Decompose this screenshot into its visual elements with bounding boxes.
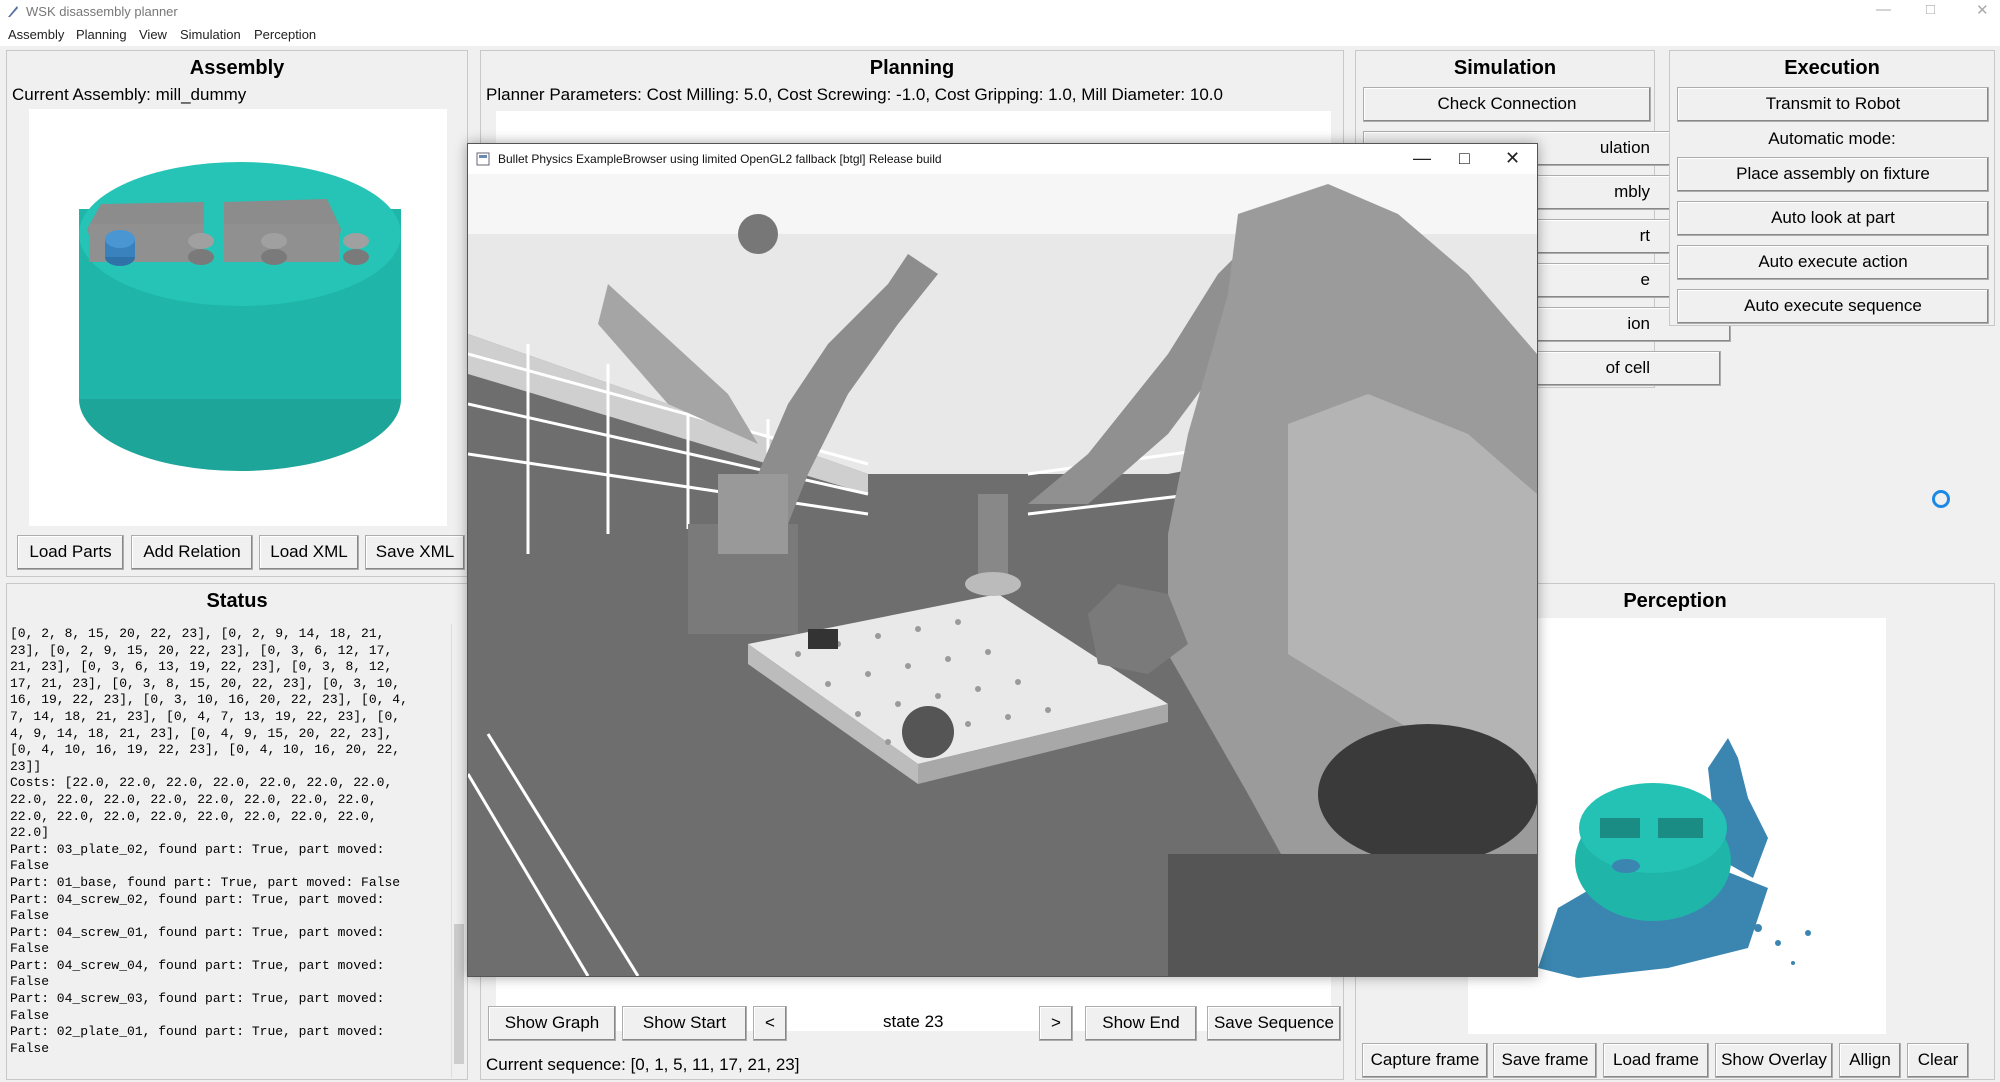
status-line: Part: 04_screw_01, found part: True, par… <box>10 924 385 940</box>
bullet-physics-window[interactable]: Bullet Physics ExampleBrowser using limi… <box>467 143 1538 977</box>
menu-simulation[interactable]: Simulation <box>180 27 241 42</box>
status-line: 23]] <box>10 758 42 774</box>
assembly-3d-view[interactable] <box>29 109 447 526</box>
simulation-3d-viewport[interactable] <box>468 174 1537 976</box>
bullet-close-icon[interactable]: ✕ <box>1505 148 1520 169</box>
robot-cell-render <box>468 174 1537 976</box>
status-scroll-thumb[interactable] <box>454 924 464 1064</box>
status-line: Part: 02_plate_01, found part: True, par… <box>10 1024 385 1040</box>
planner-parameters-label: Planner Parameters: Cost Milling: 5.0, C… <box>486 85 1223 104</box>
bullet-maximize-icon[interactable]: □ <box>1459 148 1470 169</box>
add-relation-button[interactable]: Add Relation <box>131 535 253 570</box>
minimize-icon[interactable]: — <box>1876 1 1891 18</box>
status-line: Part: 04_screw_04, found part: True, par… <box>10 957 385 973</box>
load-xml-button[interactable]: Load XML <box>259 535 359 570</box>
status-line: False <box>10 858 50 874</box>
status-line: 4, 9, 14, 18, 21, 23], [0, 4, 9, 15, 20,… <box>10 725 393 741</box>
close-icon[interactable]: ✕ <box>1976 1 1989 19</box>
status-scrollbar[interactable] <box>451 624 466 1078</box>
load-parts-button[interactable]: Load Parts <box>17 535 124 570</box>
save-xml-button[interactable]: Save XML <box>365 535 465 570</box>
status-title: Status <box>206 590 268 612</box>
status-line: 7, 14, 18, 21, 23], [0, 4, 7, 13, 19, 22… <box>10 708 401 724</box>
status-line: Costs: [22.0, 22.0, 22.0, 22.0, 22.0, 22… <box>10 775 393 791</box>
state-label: state 23 <box>883 1012 944 1031</box>
status-line: False <box>10 941 50 957</box>
show-end-button[interactable]: Show End <box>1085 1006 1197 1041</box>
status-line: 22.0, 22.0, 22.0, 22.0, 22.0, 22.0, 22.0… <box>10 808 377 824</box>
status-line: False <box>10 1007 50 1023</box>
status-line: Part: 03_plate_02, found part: True, par… <box>10 841 385 857</box>
busy-cursor-icon <box>1932 490 1950 508</box>
assembly-model-render <box>79 162 401 471</box>
status-line: 22.0, 22.0, 22.0, 22.0, 22.0, 22.0, 22.0… <box>10 791 377 807</box>
clear-button[interactable]: Clear <box>1907 1043 1969 1078</box>
status-line: 22.0] <box>10 825 50 841</box>
save-frame-button[interactable]: Save frame <box>1493 1043 1597 1078</box>
menu-planning[interactable]: Planning <box>76 27 127 42</box>
auto-execute-sequence-button[interactable]: Auto execute sequence <box>1677 289 1989 324</box>
status-line: 17, 21, 23], [0, 3, 8, 15, 20, 22, 23], … <box>10 675 401 691</box>
check-connection-button[interactable]: Check Connection <box>1363 87 1651 122</box>
status-line: Part: 04_screw_03, found part: True, par… <box>10 991 385 1007</box>
status-line: 21, 23], [0, 3, 6, 13, 19, 22, 23], [0, … <box>10 659 393 675</box>
app-window-icon <box>476 152 490 166</box>
status-line: Part: 04_screw_02, found part: True, par… <box>10 891 385 907</box>
menu-assembly[interactable]: Assembly <box>8 27 64 42</box>
allign-button[interactable]: Allign <box>1839 1043 1901 1078</box>
status-log: [0, 2, 8, 15, 20, 22, 23], [0, 2, 9, 14,… <box>10 626 450 1076</box>
simulation-title: Simulation <box>1453 57 1557 79</box>
menu-view[interactable]: View <box>139 27 167 42</box>
maximize-icon[interactable]: □ <box>1926 1 1935 18</box>
feather-icon <box>8 6 18 17</box>
show-start-button[interactable]: Show Start <box>622 1006 747 1041</box>
app-title-bar: WSK disassembly planner — □ ✕ <box>0 0 2000 24</box>
current-sequence-label: Current sequence: [0, 1, 5, 11, 17, 21, … <box>486 1055 800 1074</box>
bullet-window-title: Bullet Physics ExampleBrowser using limi… <box>498 152 942 166</box>
place-assembly-button[interactable]: Place assembly on fixture <box>1677 157 1989 192</box>
bullet-minimize-icon[interactable]: — <box>1413 148 1431 169</box>
status-line: [0, 2, 8, 15, 20, 22, 23], [0, 2, 9, 14,… <box>10 626 385 641</box>
next-state-button[interactable]: > <box>1039 1006 1073 1041</box>
current-assembly-label: Current Assembly: mill_dummy <box>12 85 247 104</box>
auto-execute-action-button[interactable]: Auto execute action <box>1677 245 1989 280</box>
capture-frame-button[interactable]: Capture frame <box>1362 1043 1488 1078</box>
status-line: 16, 19, 22, 23], [0, 3, 10, 16, 20, 22, … <box>10 692 408 708</box>
status-line: Part: 01_base, found part: True, part mo… <box>10 874 401 890</box>
load-frame-button[interactable]: Load frame <box>1603 1043 1709 1078</box>
assembly-title: Assembly <box>189 57 285 79</box>
show-overlay-button[interactable]: Show Overlay <box>1715 1043 1833 1078</box>
save-sequence-button[interactable]: Save Sequence <box>1207 1006 1341 1041</box>
automatic-mode-label: Automatic mode: <box>1768 129 1896 148</box>
planning-title: Planning <box>869 57 955 79</box>
status-line: False <box>10 1040 50 1056</box>
prev-state-button[interactable]: < <box>753 1006 787 1041</box>
status-line: False <box>10 908 50 924</box>
execution-panel: Execution Transmit to Robot Automatic mo… <box>1669 50 1995 326</box>
bullet-title-bar[interactable]: Bullet Physics ExampleBrowser using limi… <box>468 144 1537 174</box>
menu-bar: Assembly Planning View Simulation Percep… <box>0 24 2000 46</box>
menu-perception[interactable]: Perception <box>254 27 316 42</box>
status-line: [0, 4, 10, 16, 19, 22, 23], [0, 4, 10, 1… <box>10 742 401 758</box>
status-line: 23], [0, 2, 9, 15, 20, 22, 23], [0, 3, 6… <box>10 642 393 658</box>
auto-look-button[interactable]: Auto look at part <box>1677 201 1989 236</box>
execution-title: Execution <box>1784 57 1880 79</box>
transmit-to-robot-button[interactable]: Transmit to Robot <box>1677 87 1989 122</box>
assembly-panel: Assembly Current Assembly: mill_dummy Lo… <box>6 50 468 577</box>
app-title: WSK disassembly planner <box>26 4 178 19</box>
status-line: False <box>10 974 50 990</box>
show-graph-button[interactable]: Show Graph <box>488 1006 616 1041</box>
